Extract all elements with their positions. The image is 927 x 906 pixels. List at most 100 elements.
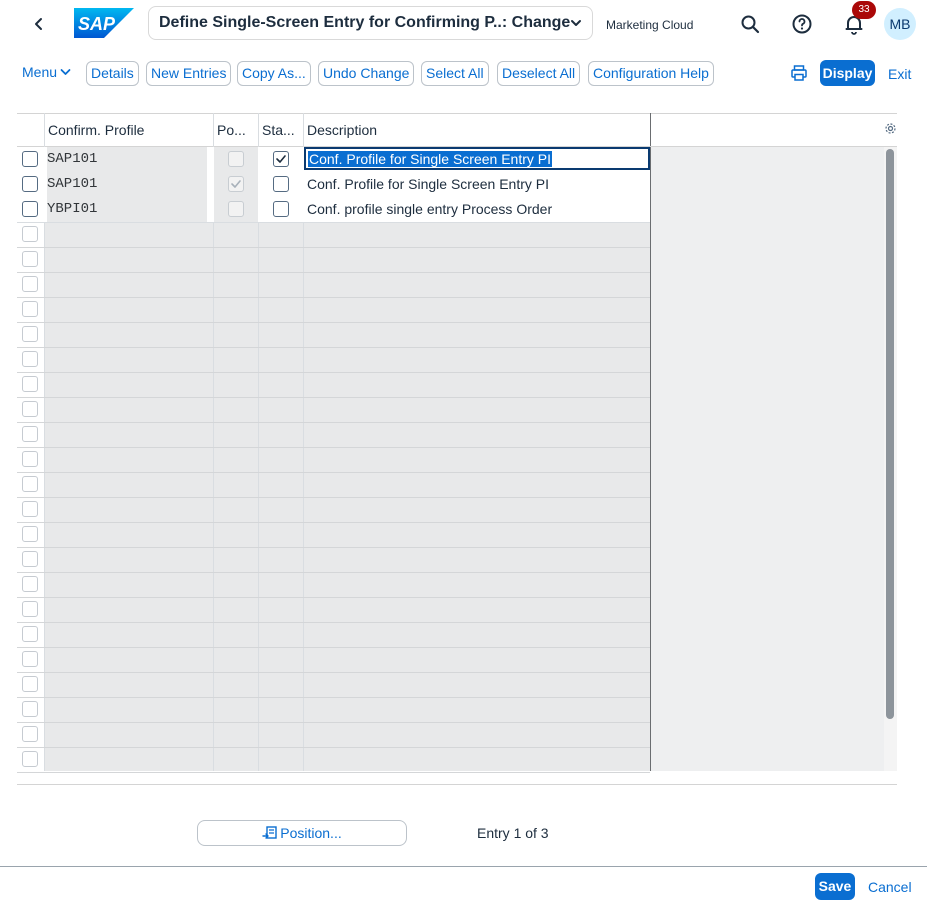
po-checkbox (228, 151, 244, 167)
exit-button[interactable]: Exit (888, 66, 911, 82)
table-right-area (651, 147, 884, 771)
empty-row-selector[interactable] (22, 351, 38, 367)
description-cell[interactable]: Conf. profile single entry Process Order (307, 197, 647, 222)
table-row[interactable]: SAP101 Conf. Profile for Single Screen E… (17, 172, 650, 197)
configuration-help-button[interactable]: Configuration Help (588, 61, 714, 86)
save-button[interactable]: Save (815, 873, 855, 900)
description-cell[interactable]: Conf. Profile for Single Screen Entry PI (307, 172, 647, 197)
row-selector[interactable] (22, 201, 38, 217)
row-divider (17, 647, 650, 648)
po-checkbox (228, 176, 244, 192)
empty-row-selector[interactable] (22, 601, 38, 617)
sta-checkbox[interactable] (273, 176, 289, 192)
new-entries-button[interactable]: New Entries (146, 61, 232, 86)
sta-checkbox[interactable] (273, 151, 289, 167)
row-divider (17, 222, 650, 223)
row-divider (17, 747, 650, 748)
position-label: Position... (280, 825, 342, 841)
row-divider (17, 347, 650, 348)
column-header-description[interactable]: Description (303, 114, 643, 147)
row-divider (17, 422, 650, 423)
help-icon[interactable] (790, 12, 814, 36)
empty-row-selector[interactable] (22, 526, 38, 542)
sta-checkbox[interactable] (273, 201, 289, 217)
empty-row-selector[interactable] (22, 276, 38, 292)
row-divider (17, 722, 650, 723)
app-title: Define Single-Screen Entry for Confirmin… (159, 14, 571, 31)
app-title-dropdown[interactable]: Define Single-Screen Entry for Confirmin… (148, 6, 593, 40)
empty-row-selector[interactable] (22, 301, 38, 317)
undo-change-button[interactable]: Undo Change (318, 61, 415, 86)
empty-row-selector[interactable] (22, 376, 38, 392)
row-divider (17, 772, 650, 773)
description-selected-text: Conf. Profile for Single Screen Entry PI (308, 151, 552, 167)
details-button[interactable]: Details (86, 61, 139, 86)
table-row[interactable]: YBPI01 Conf. profile single entry Proces… (17, 197, 650, 222)
table-header: Confirm. Profile Po... Sta... Descriptio… (17, 114, 897, 147)
system-label: Marketing Cloud (606, 18, 694, 32)
empty-row-selector[interactable] (22, 501, 38, 517)
row-selector[interactable] (22, 151, 38, 167)
menu-button[interactable]: Menu (22, 64, 71, 80)
chevron-left-icon (35, 18, 42, 30)
profile-cell: YBPI01 (47, 197, 207, 222)
toolbar: Menu Details New Entries Copy As... Undo… (0, 58, 927, 88)
column-header-po[interactable]: Po... (213, 114, 257, 147)
entry-counter: Entry 1 of 3 (477, 825, 549, 841)
empty-row-selector[interactable] (22, 551, 38, 567)
empty-row-selector[interactable] (22, 626, 38, 642)
position-button[interactable]: Position... (197, 820, 407, 846)
column-header-profile[interactable]: Confirm. Profile (44, 114, 212, 147)
entries-table: Confirm. Profile Po... Sta... Descriptio… (17, 113, 897, 786)
empty-row-selector[interactable] (22, 651, 38, 667)
empty-row-selector[interactable] (22, 676, 38, 692)
empty-row-selector[interactable] (22, 226, 38, 242)
gear-icon[interactable] (884, 122, 897, 135)
row-divider (17, 447, 650, 448)
chevron-down-icon (60, 64, 71, 80)
empty-row-selector[interactable] (22, 451, 38, 467)
row-divider (17, 397, 650, 398)
empty-row-selector[interactable] (22, 576, 38, 592)
row-divider (17, 522, 650, 523)
column-header-sta[interactable]: Sta... (258, 114, 302, 147)
table-row[interactable]: SAP101 Conf. Profile for Single Screen E… (17, 147, 650, 172)
back-button[interactable] (28, 12, 50, 36)
row-divider (17, 672, 650, 673)
profile-cell: SAP101 (47, 147, 207, 172)
empty-row-selector[interactable] (22, 251, 38, 267)
empty-row-selector[interactable] (22, 326, 38, 342)
po-checkbox (228, 201, 244, 217)
display-button[interactable]: Display (820, 60, 875, 86)
table-empty-area (45, 147, 650, 771)
empty-row-selector[interactable] (22, 726, 38, 742)
vertical-scrollbar-thumb[interactable] (886, 149, 894, 719)
empty-row-selector[interactable] (22, 426, 38, 442)
empty-row-selector[interactable] (22, 401, 38, 417)
row-selector[interactable] (22, 176, 38, 192)
row-divider (17, 272, 650, 273)
menu-label: Menu (22, 64, 58, 80)
description-input[interactable]: Conf. Profile for Single Screen Entry PI (304, 147, 650, 170)
empty-row-selector[interactable] (22, 701, 38, 717)
avatar[interactable]: MB (884, 8, 916, 40)
profile-cell: SAP101 (47, 172, 207, 197)
search-icon[interactable] (738, 12, 762, 36)
row-divider (17, 572, 650, 573)
empty-row-selector[interactable] (22, 476, 38, 492)
row-divider (17, 622, 650, 623)
table-column-divider (650, 113, 651, 771)
notification-badge: 33 (852, 1, 876, 19)
print-icon[interactable] (790, 64, 808, 82)
row-divider (17, 247, 650, 248)
copy-as-button[interactable]: Copy As... (237, 61, 311, 86)
select-all-button[interactable]: Select All (421, 61, 489, 86)
table-bottom-divider (17, 784, 897, 785)
cancel-button[interactable]: Cancel (868, 879, 912, 895)
checkmark-icon (231, 180, 241, 188)
row-divider (17, 597, 650, 598)
deselect-all-button[interactable]: Deselect All (497, 61, 581, 86)
sap-logo[interactable]: SAP (74, 8, 134, 38)
empty-row-selector[interactable] (22, 751, 38, 767)
row-divider (17, 472, 650, 473)
